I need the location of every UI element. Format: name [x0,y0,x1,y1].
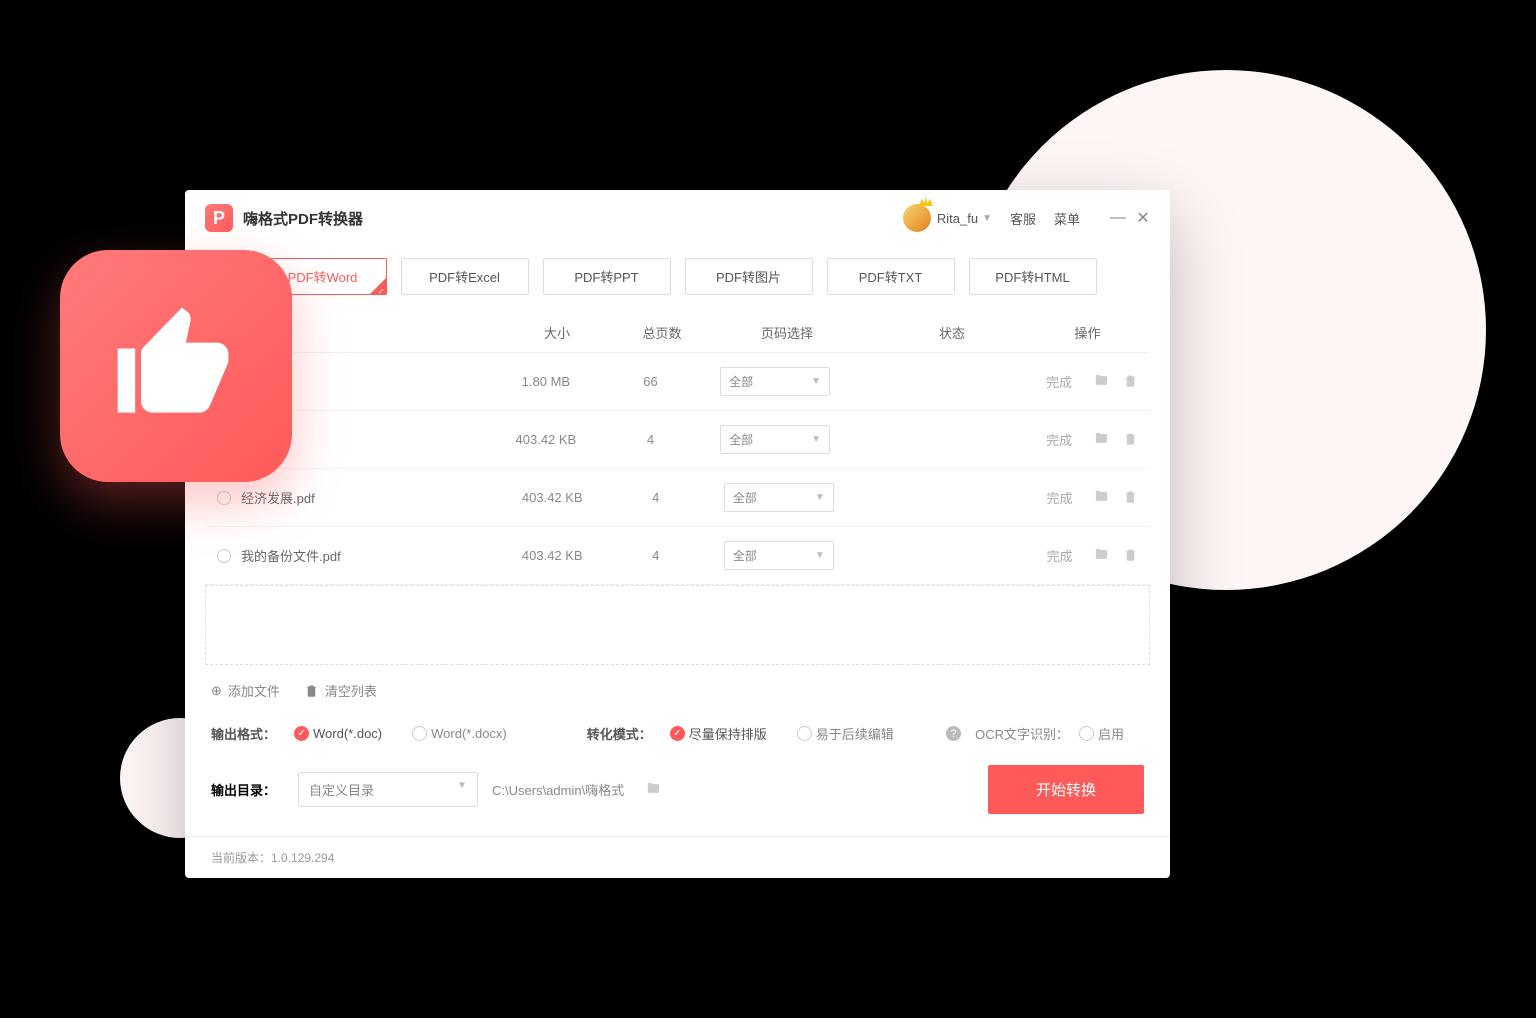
row-radio[interactable] [217,549,231,563]
file-name: 我的备份文件.pdf [241,546,493,565]
tab-4[interactable]: PDF转TXT [827,258,955,295]
col-status: 状态 [867,323,1037,342]
col-op: 操作 [1037,323,1138,342]
tab-5[interactable]: PDF转HTML [969,258,1097,295]
status-text: 完成 [1024,430,1094,449]
plus-circle-icon: ⊕ [211,683,222,699]
col-range: 页码选择 [707,323,867,342]
page-count: 4 [611,548,700,563]
page-range-select[interactable]: 全部▼ [724,483,834,512]
support-link[interactable]: 客服 [1010,209,1036,228]
minimize-button[interactable]: — [1110,209,1124,227]
format-docx-option[interactable]: Word(*.docx) [412,726,507,741]
table-row[interactable]: 辑的文档.pdf1.80 MB66全部▼完成 [205,353,1150,411]
col-pages: 总页数 [617,323,707,342]
status-text: 完成 [1025,488,1094,507]
clear-list-button[interactable]: 清空列表 [304,681,377,700]
table-row[interactable]: 文.pdf403.42 KB4全部▼完成 [205,411,1150,469]
chevron-down-icon[interactable]: ▼ [982,213,992,224]
start-convert-button[interactable]: 开始转换 [988,765,1144,814]
app-window: P 嗨格式PDF转换器 Rita_fu ▼ 客服 菜单 — ✕ PDF转Word… [185,190,1170,878]
menu-link[interactable]: 菜单 [1054,209,1080,228]
tab-3[interactable]: PDF转图片 [685,258,813,295]
tab-2[interactable]: PDF转PPT [543,258,671,295]
close-button[interactable]: ✕ [1136,208,1150,228]
open-folder-icon[interactable] [1094,373,1109,391]
thumbs-up-icon [106,296,246,436]
status-text: 完成 [1025,546,1094,565]
thumbs-up-card [60,250,292,482]
file-size: 403.42 KB [486,432,606,447]
status-text: 完成 [1024,372,1094,391]
chevron-down-icon: ▼ [457,780,467,799]
output-format-label: 输出格式： [211,724,276,743]
chevron-down-icon: ▼ [815,492,825,503]
delete-icon[interactable] [1123,547,1138,565]
open-folder-icon[interactable] [1094,431,1109,449]
ocr-enable-option[interactable]: 启用 [1079,724,1124,743]
app-title: 嗨格式PDF转换器 [243,208,363,229]
ocr-label: OCR文字识别： [975,724,1069,743]
mode-edit-option[interactable]: 易于后续编辑 [797,724,894,743]
table-row[interactable]: 我的备份文件.pdf403.42 KB4 全部▼ 完成 [205,527,1150,585]
table-header: 文件名称 大小 总页数 页码选择 状态 操作 [205,313,1150,353]
trash-icon [304,683,319,698]
add-file-button[interactable]: ⊕ 添加文件 [211,681,280,700]
status-bar: 当前版本：1.0.129.294 [185,836,1170,878]
user-avatar[interactable] [903,204,931,232]
page-range-select[interactable]: 全部▼ [720,367,830,396]
open-folder-icon[interactable] [1094,489,1109,507]
page-range-select[interactable]: 全部▼ [720,425,830,454]
tab-1[interactable]: PDF转Excel [401,258,529,295]
row-radio[interactable] [217,491,231,505]
page-range-select[interactable]: 全部▼ [724,541,834,570]
help-icon[interactable]: ? [946,726,961,741]
open-folder-icon[interactable] [1094,547,1109,565]
drop-zone[interactable] [205,585,1150,665]
page-count: 4 [606,432,696,447]
file-size: 403.42 KB [493,548,611,563]
app-logo-icon: P [205,204,233,232]
output-path: C:\Users\admin\嗨格式 [492,780,624,799]
username[interactable]: Rita_fu [937,211,978,226]
mode-layout-option[interactable]: 尽量保持排版 [670,724,767,743]
convert-mode-label: 转化模式： [587,724,652,743]
chevron-down-icon: ▼ [811,376,821,387]
file-size: 1.80 MB [486,374,606,389]
file-size: 403.42 KB [493,490,611,505]
page-count: 4 [611,490,700,505]
delete-icon[interactable] [1123,489,1138,507]
conversion-tabs: PDF转WordPDF转ExcelPDF转PPTPDF转图片PDF转TXTPDF… [185,246,1170,313]
page-count: 66 [606,374,696,389]
format-doc-option[interactable]: Word(*.doc) [294,726,382,741]
delete-icon[interactable] [1123,431,1138,449]
chevron-down-icon: ▼ [811,434,821,445]
output-dir-label: 输出目录： [211,780,276,799]
file-name: 经济发展.pdf [241,488,493,507]
col-size: 大小 [497,323,617,342]
folder-icon[interactable] [646,781,661,799]
table-row[interactable]: 经济发展.pdf403.42 KB4 全部▼ 完成 [205,469,1150,527]
titlebar: P 嗨格式PDF转换器 Rita_fu ▼ 客服 菜单 — ✕ [185,190,1170,246]
chevron-down-icon: ▼ [815,550,825,561]
output-dir-select[interactable]: 自定义目录 ▼ [298,772,478,807]
delete-icon[interactable] [1123,373,1138,391]
